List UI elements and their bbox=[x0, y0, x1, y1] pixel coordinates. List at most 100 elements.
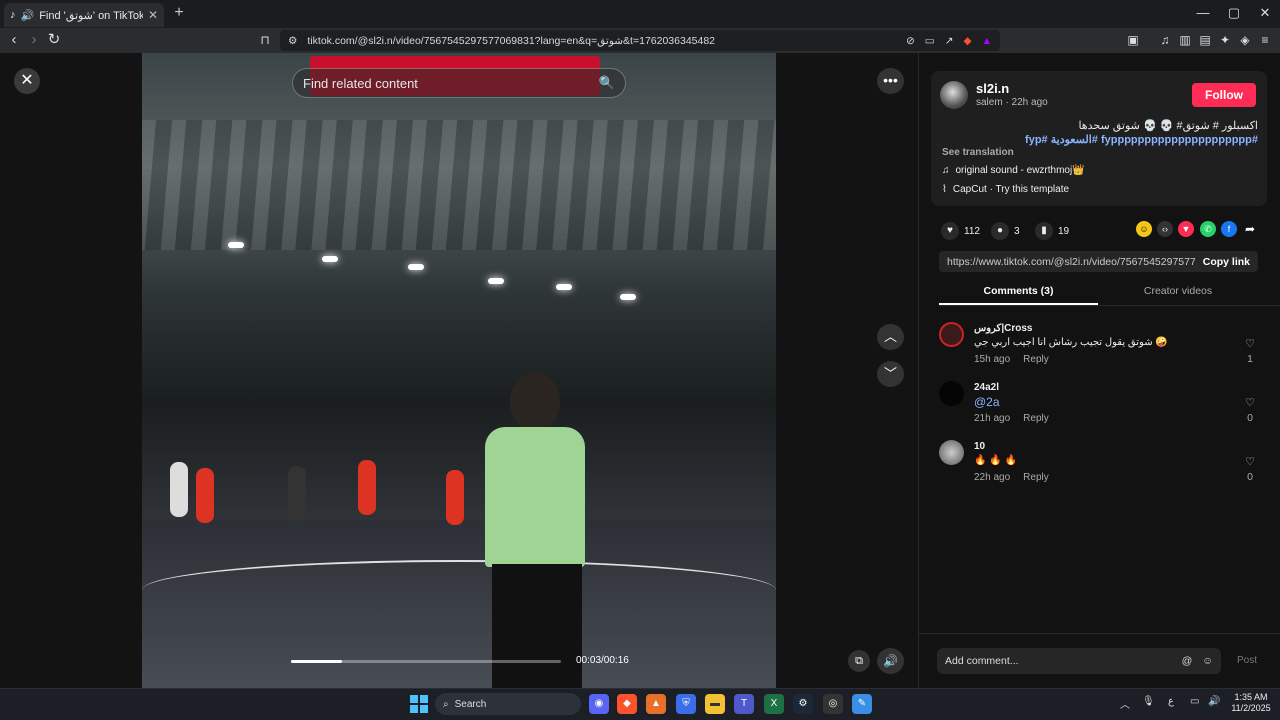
commenter-avatar[interactable] bbox=[939, 381, 964, 406]
cast-icon[interactable]: ▭ bbox=[925, 35, 935, 47]
comment-button[interactable]: ● 3 bbox=[991, 222, 1020, 240]
brave-rewards-icon[interactable]: ▲ bbox=[982, 35, 992, 47]
steam-icon[interactable]: ⚙ bbox=[793, 694, 813, 714]
favorite-button[interactable]: ▮ 19 bbox=[1035, 222, 1069, 240]
close-tab-icon[interactable]: ✕ bbox=[148, 8, 158, 22]
new-tab-button[interactable]: + bbox=[170, 4, 188, 22]
post-button[interactable]: Post bbox=[1237, 655, 1257, 666]
menu-icon[interactable]: ≡ bbox=[1256, 31, 1274, 49]
embed-icon[interactable]: ‹› bbox=[1157, 221, 1173, 237]
previous-video-button[interactable]: ︿ bbox=[877, 324, 904, 350]
video-frame-player bbox=[170, 462, 188, 517]
close-window-button[interactable]: ✕ bbox=[1250, 4, 1280, 22]
input-language[interactable]: ع bbox=[1168, 696, 1174, 707]
excel-icon[interactable]: X bbox=[764, 694, 784, 714]
volume-icon[interactable]: 🔊 bbox=[877, 648, 904, 674]
screenshot-icon[interactable]: ▣ bbox=[1124, 31, 1142, 49]
tray-overflow-icon[interactable]: ︿ bbox=[1120, 696, 1130, 711]
video-frame-light bbox=[322, 256, 338, 262]
capcut-link[interactable]: ⌇ CapCut · Try this template bbox=[942, 184, 1069, 195]
vpn-icon[interactable]: ◈ bbox=[1236, 31, 1254, 49]
hashtag-link[interactable]: #fyppppppppppppppppppppp bbox=[1101, 134, 1258, 146]
speaker-icon[interactable]: 🔊 bbox=[1208, 696, 1220, 707]
tab-title: Find 'شوتق' on TikTok | TikTok bbox=[39, 9, 143, 22]
tab-creator-videos[interactable]: Creator videos bbox=[1098, 285, 1258, 305]
reply-link[interactable]: Reply bbox=[1023, 472, 1049, 483]
facebook-icon[interactable]: f bbox=[1221, 221, 1237, 237]
reply-link[interactable]: Reply bbox=[1023, 354, 1049, 365]
bookmark-icon[interactable]: ⊓ bbox=[256, 31, 274, 49]
forward-icon[interactable]: › bbox=[24, 30, 44, 50]
reload-icon[interactable]: ↻ bbox=[44, 30, 64, 50]
wallet-icon[interactable]: ▤ bbox=[1196, 31, 1214, 49]
discord-icon[interactable]: ◉ bbox=[589, 694, 609, 714]
next-video-button[interactable]: ﹀ bbox=[877, 361, 904, 387]
floating-player-icon[interactable]: ⧉ bbox=[848, 650, 870, 672]
comment-input[interactable]: Add comment... @ ☺ bbox=[937, 648, 1221, 674]
hashtag-link[interactable]: #السعودية bbox=[1051, 134, 1098, 146]
creator-avatar[interactable] bbox=[940, 81, 968, 109]
teams-icon[interactable]: T bbox=[734, 694, 754, 714]
share-page-icon[interactable]: ↗ bbox=[945, 35, 954, 47]
app-icon[interactable]: ✎ bbox=[852, 694, 872, 714]
browser-tab[interactable]: ♪ 🔊 Find 'شوتق' on TikTok | TikTok ✕ bbox=[4, 3, 164, 27]
windows-start-icon[interactable] bbox=[410, 695, 428, 713]
more-options-button[interactable]: ••• bbox=[877, 68, 904, 94]
file-explorer-icon[interactable]: ▬ bbox=[705, 694, 725, 714]
follow-button[interactable]: Follow bbox=[1192, 83, 1256, 107]
commenter-name[interactable]: 10 bbox=[974, 441, 985, 452]
post-caption: اكسبلور # شوتق# 💀 💀 شوتق سحدها #fypppppp… bbox=[942, 119, 1258, 147]
tab-comments[interactable]: Comments (3) bbox=[939, 285, 1098, 305]
close-video-button[interactable]: ✕ bbox=[14, 68, 40, 94]
repost-icon[interactable]: ☺ bbox=[1136, 221, 1152, 237]
commenter-avatar[interactable] bbox=[939, 322, 964, 347]
leo-ai-icon[interactable]: ✦ bbox=[1216, 31, 1234, 49]
site-info-icon[interactable]: ⚙ bbox=[288, 35, 297, 47]
comment-mention[interactable]: @2a bbox=[974, 395, 1000, 409]
commenter-name[interactable]: 24a2l bbox=[974, 382, 999, 393]
emoji-icon[interactable]: ☺ bbox=[1202, 655, 1213, 667]
see-translation-link[interactable]: See translation bbox=[942, 147, 1014, 158]
comment-text: شوتق يقول تجيب رشاش انا اجيب اربي جي 🤪 bbox=[974, 337, 1168, 348]
maximize-button[interactable]: ▢ bbox=[1219, 4, 1249, 22]
system-clock[interactable]: 1:35 AM 11/2/2025 bbox=[1228, 692, 1274, 714]
security-app-icon[interactable]: ⛨ bbox=[676, 694, 696, 714]
find-related-search[interactable]: Find related content 🔍 bbox=[292, 68, 626, 98]
video-frame-player bbox=[358, 460, 376, 515]
minimize-button[interactable]: — bbox=[1188, 4, 1218, 22]
sidebar-icon[interactable]: ▥ bbox=[1176, 31, 1194, 49]
copy-link-button[interactable]: Copy link bbox=[1195, 256, 1250, 268]
address-bar[interactable]: ⚙ tiktok.com/@sl2i.n/video/7567545297577… bbox=[280, 30, 1000, 51]
search-icon[interactable]: 🔍 bbox=[599, 75, 615, 91]
audio-icon[interactable]: 🔊 bbox=[21, 9, 35, 22]
brave-browser-icon[interactable]: ◆ bbox=[617, 694, 637, 714]
sound-link[interactable]: ♫ original sound - ewzrthmoj👑 bbox=[942, 165, 1085, 176]
back-icon[interactable]: ‹ bbox=[4, 30, 24, 50]
commenter-name[interactable]: كروس|Cross bbox=[974, 323, 1032, 334]
send-icon[interactable]: ▼ bbox=[1178, 221, 1194, 237]
comment-placeholder: Add comment... bbox=[945, 655, 1019, 667]
comment-like-icon[interactable]: ♡ bbox=[1242, 455, 1258, 468]
search-icon: ⌕ bbox=[443, 698, 449, 710]
comment-like-icon[interactable]: ♡ bbox=[1242, 337, 1258, 350]
brave-shields-icon[interactable]: ◆ bbox=[964, 35, 972, 47]
app-icon[interactable]: ▲ bbox=[646, 694, 666, 714]
creator-username[interactable]: sl2i.n bbox=[976, 81, 1009, 96]
media-icon[interactable]: ♫ bbox=[1156, 31, 1174, 49]
hashtag-link[interactable]: #fyp bbox=[1025, 134, 1048, 146]
whatsapp-icon[interactable]: ✆ bbox=[1200, 221, 1216, 237]
comment-like-icon[interactable]: ♡ bbox=[1242, 396, 1258, 409]
like-button[interactable]: ♥ 112 bbox=[941, 222, 980, 240]
app-icon[interactable]: ◎ bbox=[823, 694, 843, 714]
reply-link[interactable]: Reply bbox=[1023, 413, 1049, 424]
share-link-url[interactable]: https://www.tiktok.com/@sl2i.n/video/756… bbox=[947, 256, 1195, 268]
display-icon[interactable]: ▭ bbox=[1190, 696, 1199, 707]
share-icon[interactable]: ➦ bbox=[1242, 221, 1258, 237]
microphone-icon[interactable]: 🎙 bbox=[1142, 696, 1155, 707]
mention-icon[interactable]: @ bbox=[1182, 655, 1193, 667]
comment-like-count: 0 bbox=[1247, 412, 1253, 424]
reader-off-icon[interactable]: ⊘ bbox=[906, 35, 915, 47]
commenter-avatar[interactable] bbox=[939, 440, 964, 465]
taskbar-search[interactable]: ⌕ Search bbox=[435, 693, 581, 715]
taskbar bbox=[0, 688, 1280, 720]
